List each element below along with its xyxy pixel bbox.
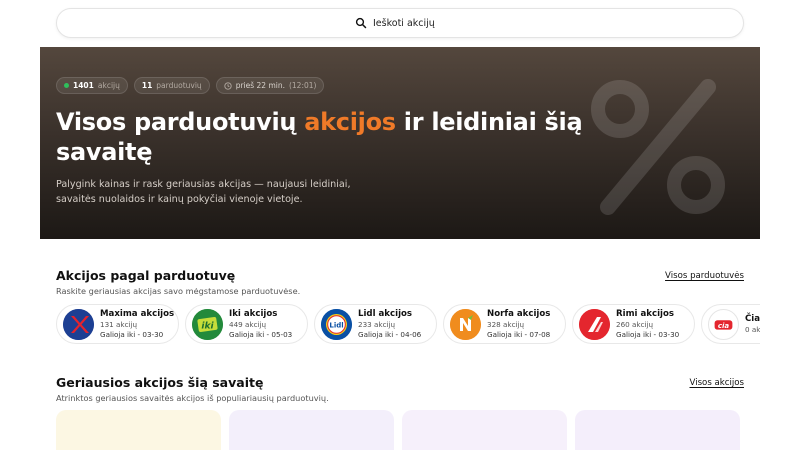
hero-subtitle: Palygink kainas ir rask geriausias akcij… xyxy=(56,179,351,205)
hero-banner: 1401 akcijų 11 parduotuvių prieš 22 min.… xyxy=(40,47,760,239)
store-name: Lidl akcijos xyxy=(358,308,413,319)
all-stores-link[interactable]: Visos parduotuvės xyxy=(665,271,744,281)
stores-count-label: parduotuvių xyxy=(156,81,202,90)
rimi-logo-icon xyxy=(579,308,610,340)
updated-label: prieš 22 min. xyxy=(235,81,285,90)
svg-text:Lidl: Lidl xyxy=(329,321,343,329)
store-name: Rimi akcijos xyxy=(616,308,674,319)
svg-text:cia: cia xyxy=(718,320,730,329)
search-bar[interactable] xyxy=(56,8,744,38)
store-info: Norfa akcijos 328 akcijų Galioja iki - 0… xyxy=(487,309,550,340)
hero-stats: 1401 akcijų 11 parduotuvių prieš 22 min.… xyxy=(56,77,325,94)
deals-count-label: akcijų xyxy=(97,81,120,90)
store-valid-until: Galioja iki - 05-03 xyxy=(229,329,293,339)
deals-section-title: Geriausios akcijos šią savaitę xyxy=(56,375,264,390)
deal-card[interactable] xyxy=(229,410,394,450)
stores-count-value: 11 xyxy=(141,81,153,90)
left-margin xyxy=(0,0,40,450)
store-valid-until: Galioja iki - 07-08 xyxy=(487,329,551,339)
search-icon xyxy=(355,17,367,29)
deal-card[interactable] xyxy=(56,410,221,450)
deals-count-badge: 1401 akcijų xyxy=(56,77,128,94)
deal-cards-list xyxy=(56,410,740,450)
stores-list: Maxima akcijos 131 akcijų Galioja iki - … xyxy=(56,304,760,344)
store-deal-count: 449 akcijų xyxy=(229,319,267,329)
maxima-logo-icon xyxy=(63,308,94,340)
store-name: Iki akcijos xyxy=(229,308,278,319)
cia-logo-icon: cia xyxy=(708,308,739,340)
store-info: Rimi akcijos 260 akcijų Galioja iki - 03… xyxy=(616,309,679,340)
store-info: Čia 0 ak xyxy=(745,314,760,335)
store-deal-count: 233 akcijų xyxy=(358,319,396,329)
store-card-lidl[interactable]: Lidl Lidl akcijos 233 akcijų Galioja iki… xyxy=(314,304,437,344)
store-deal-count: 0 ak xyxy=(745,324,760,334)
lidl-logo-icon: Lidl xyxy=(321,308,352,340)
store-deal-count: 328 akcijų xyxy=(487,319,525,329)
svg-text:iki: iki xyxy=(201,321,214,331)
store-info: Lidl akcijos 233 akcijų Galioja iki - 04… xyxy=(358,309,421,340)
store-name: Norfa akcijos xyxy=(487,308,551,319)
store-card-iki[interactable]: iki Iki akcijos 449 akcijų Galioja iki -… xyxy=(185,304,308,344)
store-info: Iki akcijos 449 akcijų Galioja iki - 05-… xyxy=(229,309,292,340)
page: 1401 akcijų 11 parduotuvių prieš 22 min.… xyxy=(40,0,760,450)
deal-card[interactable] xyxy=(575,410,740,450)
store-info: Maxima akcijos 131 akcijų Galioja iki - … xyxy=(100,308,175,340)
store-card-cia[interactable]: cia Čia 0 ak xyxy=(701,304,760,344)
store-card-norfa[interactable]: Norfa akcijos 328 akcijų Galioja iki - 0… xyxy=(443,304,566,344)
store-deal-count: 260 akcijų xyxy=(616,319,654,329)
store-card-maxima[interactable]: Maxima akcijos 131 akcijų Galioja iki - … xyxy=(56,304,179,344)
clock-icon xyxy=(224,81,232,90)
store-name: Maxima akcijos xyxy=(100,308,175,319)
iki-logo-icon: iki xyxy=(192,308,223,340)
updated-badge: prieš 22 min. (12:01) xyxy=(215,77,325,94)
stores-section-title: Akcijos pagal parduotuvę xyxy=(56,268,236,283)
deal-card[interactable] xyxy=(402,410,567,450)
title-part1: Visos parduotuvių xyxy=(56,108,305,136)
norfa-logo-icon xyxy=(450,308,481,340)
stores-section-subtitle: Raskite geriausias akcijas savo mėgstamo… xyxy=(56,286,301,296)
all-deals-link[interactable]: Visos akcijos xyxy=(690,378,745,388)
updated-time: (12:01) xyxy=(288,81,317,90)
deals-section-subtitle: Atrinktos geriausios savaitės akcijos iš… xyxy=(56,393,329,403)
store-name: Čia xyxy=(745,313,760,324)
deals-count-value: 1401 xyxy=(73,81,94,90)
search-input[interactable] xyxy=(373,17,445,29)
live-dot-icon xyxy=(64,83,69,88)
store-valid-until: Galioja iki - 03-30 xyxy=(100,329,164,339)
store-deal-count: 131 akcijų xyxy=(100,319,138,329)
store-card-rimi[interactable]: Rimi akcijos 260 akcijų Galioja iki - 03… xyxy=(572,304,695,344)
page-title: Visos parduotuvių akcijos ir leidiniai š… xyxy=(56,107,616,167)
store-valid-until: Galioja iki - 03-30 xyxy=(616,329,680,339)
stores-count-badge: 11 parduotuvių xyxy=(133,77,210,94)
title-accent: akcijos xyxy=(304,108,396,136)
right-margin xyxy=(760,0,800,450)
store-valid-until: Galioja iki - 04-06 xyxy=(358,329,422,339)
